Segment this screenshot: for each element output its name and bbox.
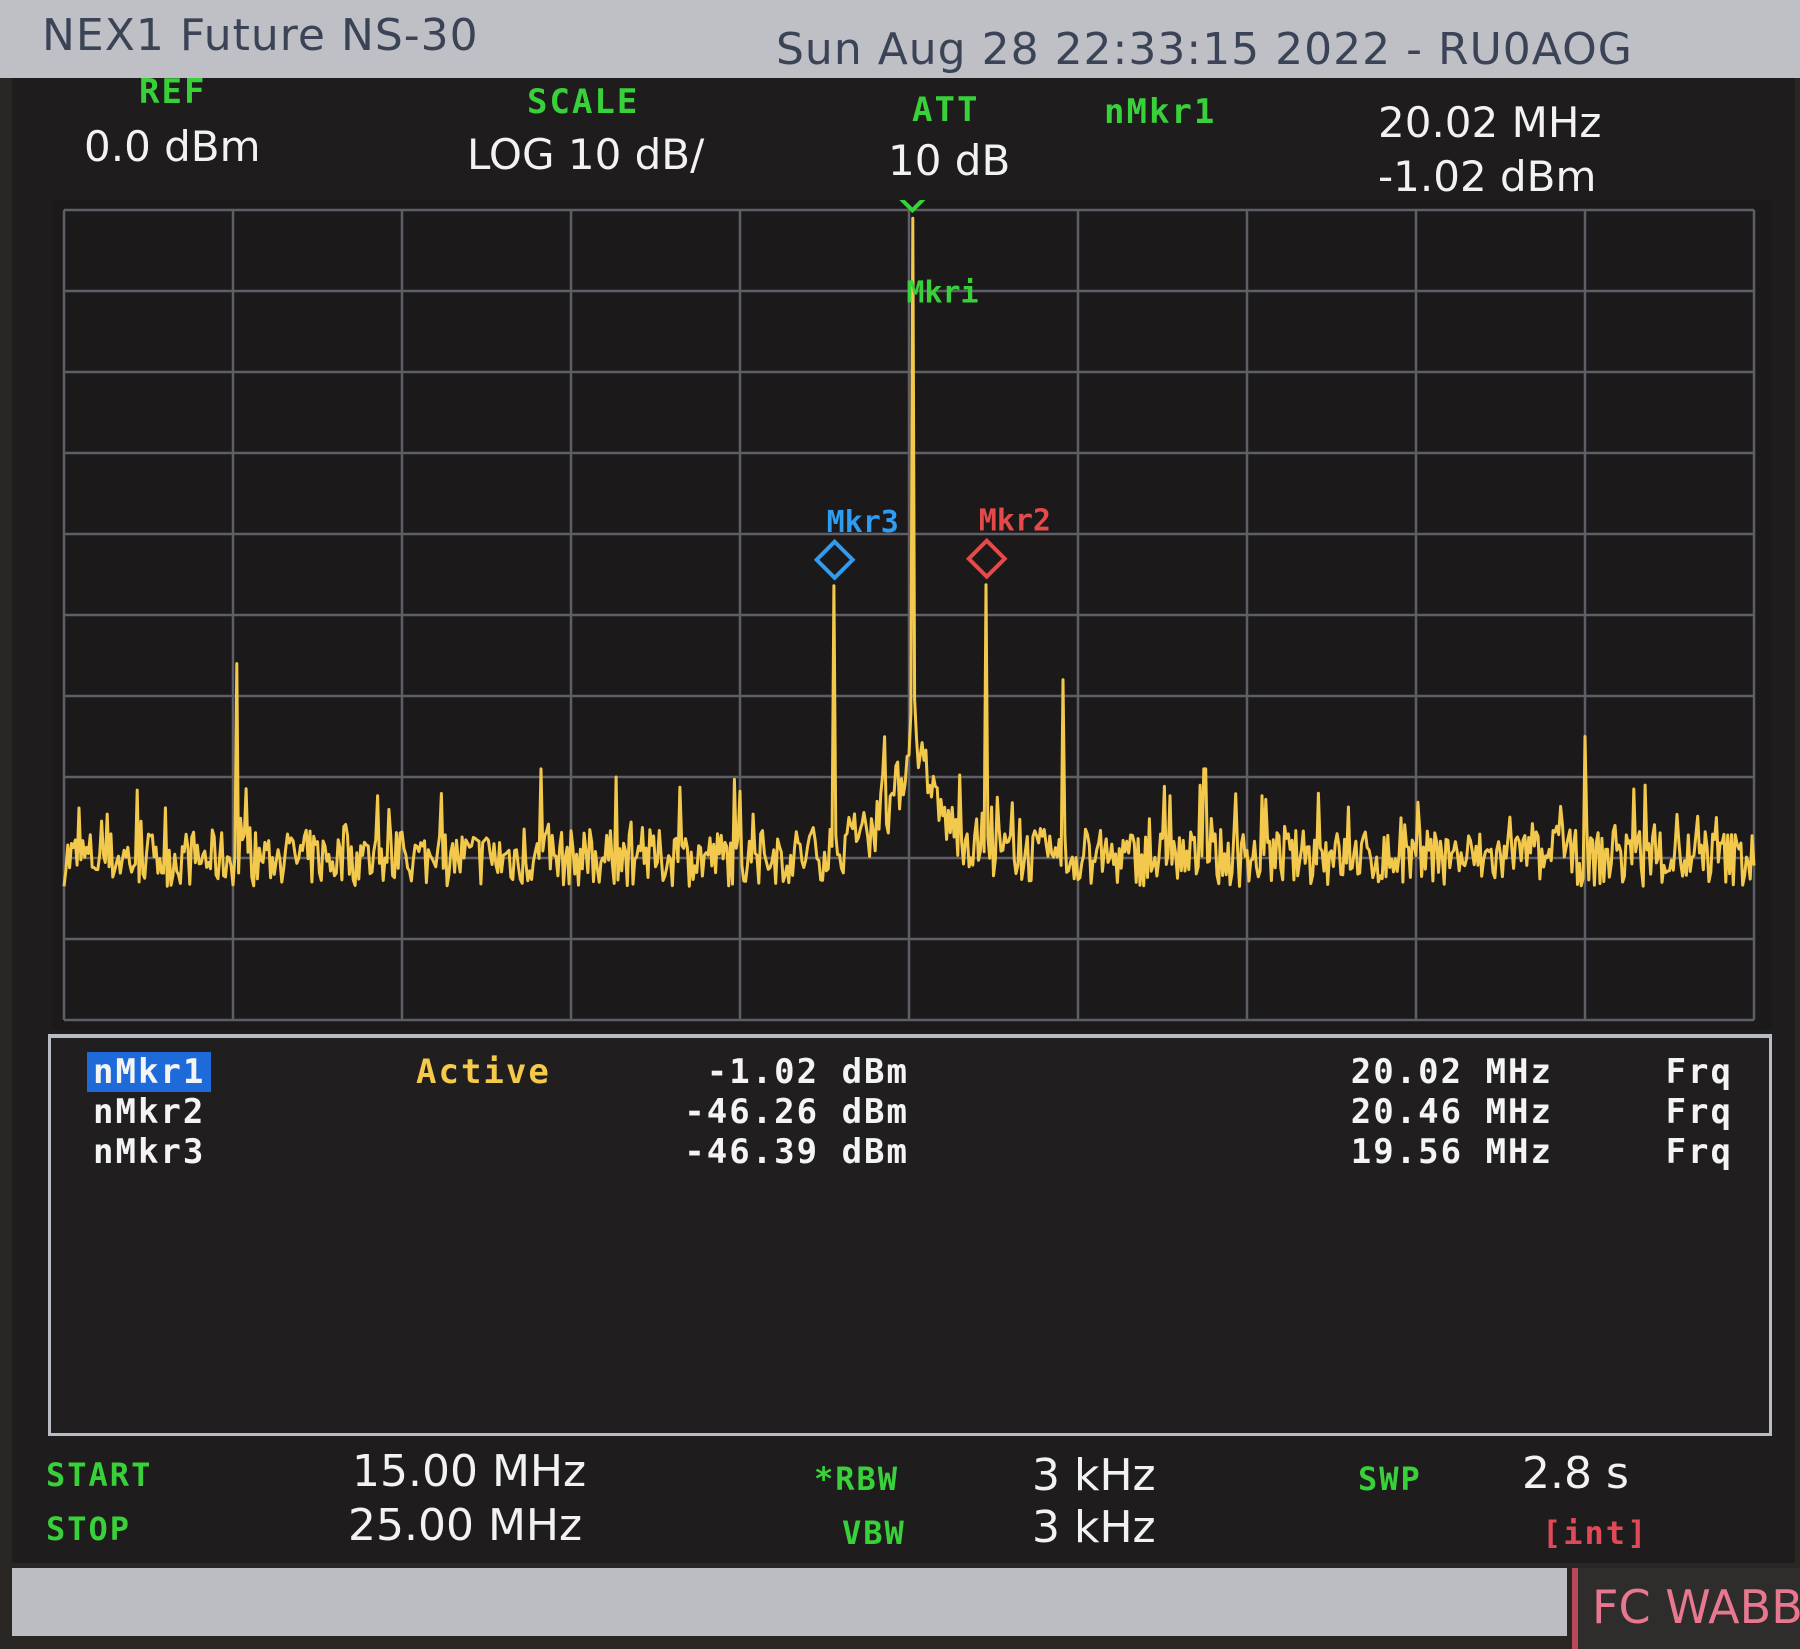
marker-mode: Frq: [1665, 1132, 1733, 1172]
datetime-callsign: Sun Aug 28 22:33:15 2022 - RU0AOG: [776, 24, 1633, 75]
active-marker-freq: 20.02 MHz: [1378, 98, 1602, 147]
vbw-value[interactable]: 3 kHz: [1032, 1502, 1156, 1553]
stop-label: STOP: [46, 1510, 132, 1548]
marker-3-label: Mkr3: [827, 505, 899, 540]
marker-amplitude: -1.02 dBm: [706, 1052, 909, 1092]
marker-name[interactable]: nMkr1: [87, 1052, 212, 1092]
rbw-label: *RBW: [814, 1460, 900, 1498]
att-value[interactable]: 10 dB: [888, 136, 1010, 185]
start-label: START: [46, 1456, 153, 1494]
vbw-label: VBW: [842, 1514, 906, 1552]
marker-2-label: Mkr2: [979, 504, 1051, 539]
marker-frequency: 20.46 MHz: [1350, 1092, 1553, 1132]
scale-label: SCALE: [527, 82, 640, 122]
marker-1-label: Mkri: [906, 275, 978, 310]
device-name: NEX1 Future NS-30: [42, 10, 479, 61]
swp-mode: [int]: [1542, 1514, 1649, 1552]
marker-name[interactable]: nMkr3: [87, 1132, 211, 1172]
start-value[interactable]: 15.00 MHz: [352, 1446, 586, 1497]
marker-amplitude: -46.39 dBm: [684, 1132, 909, 1172]
active-marker-label: nMkr1: [1104, 92, 1217, 132]
marker-name[interactable]: nMkr2: [87, 1092, 211, 1132]
analyzer-screen: REF 0.0 dBm SCALE LOG 10 dB/ ATT 10 dB n…: [12, 72, 1795, 1563]
status-indicator: FC WABB: [1572, 1568, 1800, 1649]
scale-value[interactable]: LOG 10 dB/: [467, 130, 704, 179]
marker-mode: Frq: [1665, 1052, 1733, 1092]
ref-label: REF: [139, 72, 207, 112]
marker-row-2[interactable]: nMkr2 -46.26 dBm 20.46 MHz Frq: [51, 1092, 1769, 1132]
marker-state: Active: [416, 1052, 551, 1092]
stop-value[interactable]: 25.00 MHz: [348, 1500, 582, 1551]
marker-row-1[interactable]: nMkr1 Active -1.02 dBm 20.02 MHz Frq: [51, 1052, 1769, 1092]
swp-label: SWP: [1358, 1460, 1422, 1498]
spectrum-display[interactable]: Mkri Mkr2 Mkr3: [52, 200, 1772, 1030]
att-label: ATT: [912, 90, 980, 130]
marker-mode: Frq: [1665, 1092, 1733, 1132]
rbw-value[interactable]: 3 kHz: [1032, 1450, 1156, 1501]
ref-value[interactable]: 0.0 dBm: [84, 122, 261, 171]
marker-row-3[interactable]: nMkr3 -46.39 dBm 19.56 MHz Frq: [51, 1132, 1769, 1172]
marker-frequency: 20.02 MHz: [1350, 1052, 1553, 1092]
swp-value[interactable]: 2.8 s: [1522, 1448, 1629, 1499]
marker-table: nMkr1 Active -1.02 dBm 20.02 MHz Frq nMk…: [48, 1034, 1772, 1436]
title-bar: NEX1 Future NS-30 Sun Aug 28 22:33:15 20…: [0, 0, 1800, 78]
marker-amplitude: -46.26 dBm: [684, 1092, 909, 1132]
marker-frequency: 19.56 MHz: [1350, 1132, 1553, 1172]
active-marker-amp: -1.02 dBm: [1378, 152, 1597, 201]
status-bar: [12, 1568, 1567, 1636]
